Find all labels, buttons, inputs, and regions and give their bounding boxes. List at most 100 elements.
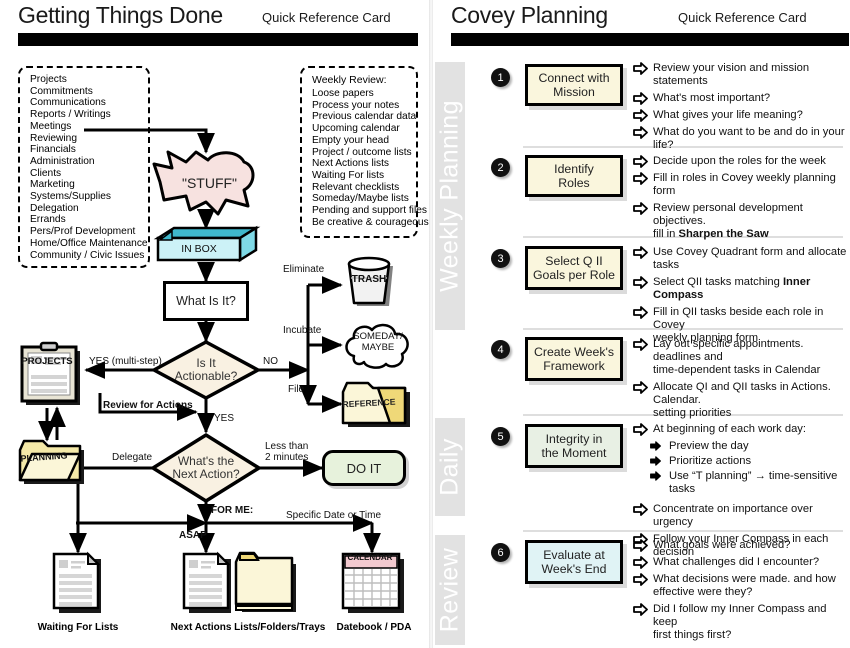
waiting-for-list-icon — [52, 551, 101, 613]
bullet-text: Preview the day — [669, 440, 749, 452]
bullet-item: Allocate QI and QII tasks in Actions. Ca… — [633, 381, 848, 420]
edge-label-less-than-2: 2 minutes — [265, 452, 309, 463]
caption-datebook-pda: Datebook / PDA — [336, 622, 412, 633]
gtd-panel: Getting Things Done Quick Reference Card… — [0, 0, 429, 648]
arrow-bullet-icon — [633, 338, 648, 351]
step-number-4: 4 — [491, 340, 510, 359]
arrow-bullet-icon — [633, 155, 648, 168]
edge-label-yes-multistep: YES (multi-step) — [89, 356, 162, 367]
step-bullets-2: Decide upon the roles for the week Fill … — [633, 155, 848, 245]
step-bullets-6: What goals were achieved? What challenge… — [633, 539, 848, 646]
arrow-bullet-icon — [633, 573, 648, 586]
bullet-item: Select QII tasks matching Inner Compass — [633, 276, 848, 302]
arrow-bullet-icon — [650, 441, 661, 451]
bullet-text: Use Covey Quadrant form and allocate tas… — [653, 246, 847, 271]
arrow-bullet-icon — [633, 423, 648, 436]
step-box-5: Integrity in the Moment — [525, 424, 623, 468]
arrow-bullet-icon — [633, 126, 648, 139]
caption-next-actions: Next Actions Lists/Folders/Trays — [170, 622, 326, 633]
bullet-emphasis: Sharpen the Saw — [678, 228, 769, 240]
bullet-item: At beginning of each work day: — [633, 423, 848, 436]
planning-folder-icon — [18, 439, 84, 484]
what-is-it-node: What Is It? — [163, 281, 249, 321]
section-band-daily: Daily — [435, 418, 465, 516]
bullet-text: Allocate QI and QII tasks in Actions. Ca… — [653, 381, 831, 406]
bullet-item: Review personal development objectives. … — [633, 202, 848, 241]
someday-label: SOMEDAY/ MAYBE — [340, 331, 416, 353]
bullet-text: Did I follow my Inner Compass and keep — [653, 603, 827, 628]
whats-next-action-node: What's the Next Action? — [150, 433, 262, 503]
arrow-bullet-icon — [633, 276, 648, 289]
bullet-item: What gives your life meaning? — [633, 109, 848, 122]
step-bullets-4: Lay out specific appointments. deadlines… — [633, 338, 848, 424]
step-number-2: 2 — [491, 158, 510, 177]
bullet-text: What decisions were made. and how — [653, 573, 836, 585]
arrow-bullet-icon — [633, 109, 648, 122]
bullet-item: Lay out specific appointments. deadlines… — [633, 338, 848, 377]
step-box-line-2: Roles — [558, 176, 590, 190]
someday-line-2: MAYBE — [361, 342, 395, 353]
trash-icon — [347, 256, 393, 306]
bullet-text: Concentrate on importance over urgency — [653, 503, 813, 528]
step-box-line-1: Create Week's — [533, 344, 615, 359]
arrow-bullet-icon — [633, 246, 648, 259]
step-box-line-2: Framework — [543, 359, 605, 373]
covey-subtitle: Quick Reference Card — [678, 10, 807, 25]
arrow-bullet-icon — [633, 202, 648, 215]
bullet-text-line2: time-dependent tasks in Calendar — [653, 364, 821, 376]
bullet-item: What's most important? — [633, 92, 848, 105]
sub-bullet-item: Prioritize actions — [633, 455, 848, 468]
step-box-4: Create Week's Framework — [525, 337, 623, 381]
stuff-label: "STUFF" — [181, 175, 238, 191]
step-box-line-1: Integrity in — [545, 431, 603, 446]
section-band-review: Review — [435, 535, 465, 645]
bullet-item: Concentrate on importance over urgency — [633, 503, 848, 529]
bullet-text: Fill in roles in Covey weekly planning f… — [653, 172, 836, 197]
arrow-bullet-icon — [633, 503, 648, 516]
arrow-bullet-icon — [650, 471, 661, 481]
projects-clipboard-icon — [20, 341, 80, 405]
bullet-text: Fill in QII tasks beside each role in Co… — [653, 306, 824, 331]
covey-title: Covey Planning — [451, 2, 608, 28]
diamond-shape — [152, 340, 260, 400]
edge-label-review-for-actions: Review for Actions — [103, 400, 193, 411]
bullet-item: What goals were achieved? — [633, 539, 848, 552]
bullet-text-line2: setting priorities — [653, 407, 732, 419]
someday-line-1: SOMEDAY/ — [353, 331, 403, 342]
step-box-2: Identify Roles — [525, 155, 623, 197]
bullet-text-line2: fill in — [653, 228, 679, 240]
arrow-bullet-icon — [633, 62, 648, 75]
step-box-1: Connect with Mission — [525, 64, 623, 106]
inbox-label: IN BOX — [181, 243, 217, 255]
arrow-bullet-icon — [633, 381, 648, 394]
step-box-line-1: Select Q II — [545, 253, 603, 268]
step-box-line-2: Mission — [553, 85, 595, 99]
bullet-text-line2: effective were they? — [653, 586, 753, 598]
step-number-1: 1 — [491, 68, 510, 87]
trash-label: TRASH — [351, 274, 387, 285]
arrow-bullet-icon — [633, 306, 648, 319]
step-box-6: Evaluate at Week's End — [525, 540, 623, 584]
bullet-text-line2: first things first? — [653, 629, 732, 641]
bullet-text: Prioritize actions — [669, 455, 752, 467]
edge-label-file: File — [288, 384, 305, 395]
caption-waiting-for-lists: Waiting For Lists — [37, 622, 119, 633]
edge-label-asap: ASAP — [179, 530, 207, 541]
section-band-weekly-planning: Weekly Planning — [435, 62, 465, 330]
bullet-text: What challenges did I encounter? — [653, 556, 820, 568]
step-box-3: Select Q II Goals per Role — [525, 246, 623, 290]
arrow-bullet-icon — [633, 92, 648, 105]
step-number-3: 3 — [491, 249, 510, 268]
arrow-bullet-icon — [650, 456, 661, 466]
bullet-text: Review your vision and mission statement… — [653, 62, 810, 87]
sub-bullet-item: Use “T planning” → time-sensitive tasks — [633, 470, 848, 496]
edge-label-eliminate: Eliminate — [283, 264, 325, 275]
bullet-item: Decide upon the roles for the week — [633, 155, 848, 168]
bullet-item: Review your vision and mission statement… — [633, 62, 848, 88]
bullet-item: What challenges did I encounter? — [633, 556, 848, 569]
edge-label-less-than-1: Less than — [265, 441, 309, 452]
bullet-item: Did I follow my Inner Compass and keep f… — [633, 603, 848, 642]
next-actions-list-icon — [182, 551, 231, 613]
quick-reference-card: Getting Things Done Quick Reference Card… — [0, 0, 850, 648]
step-box-line-2: Week's End — [541, 562, 607, 576]
